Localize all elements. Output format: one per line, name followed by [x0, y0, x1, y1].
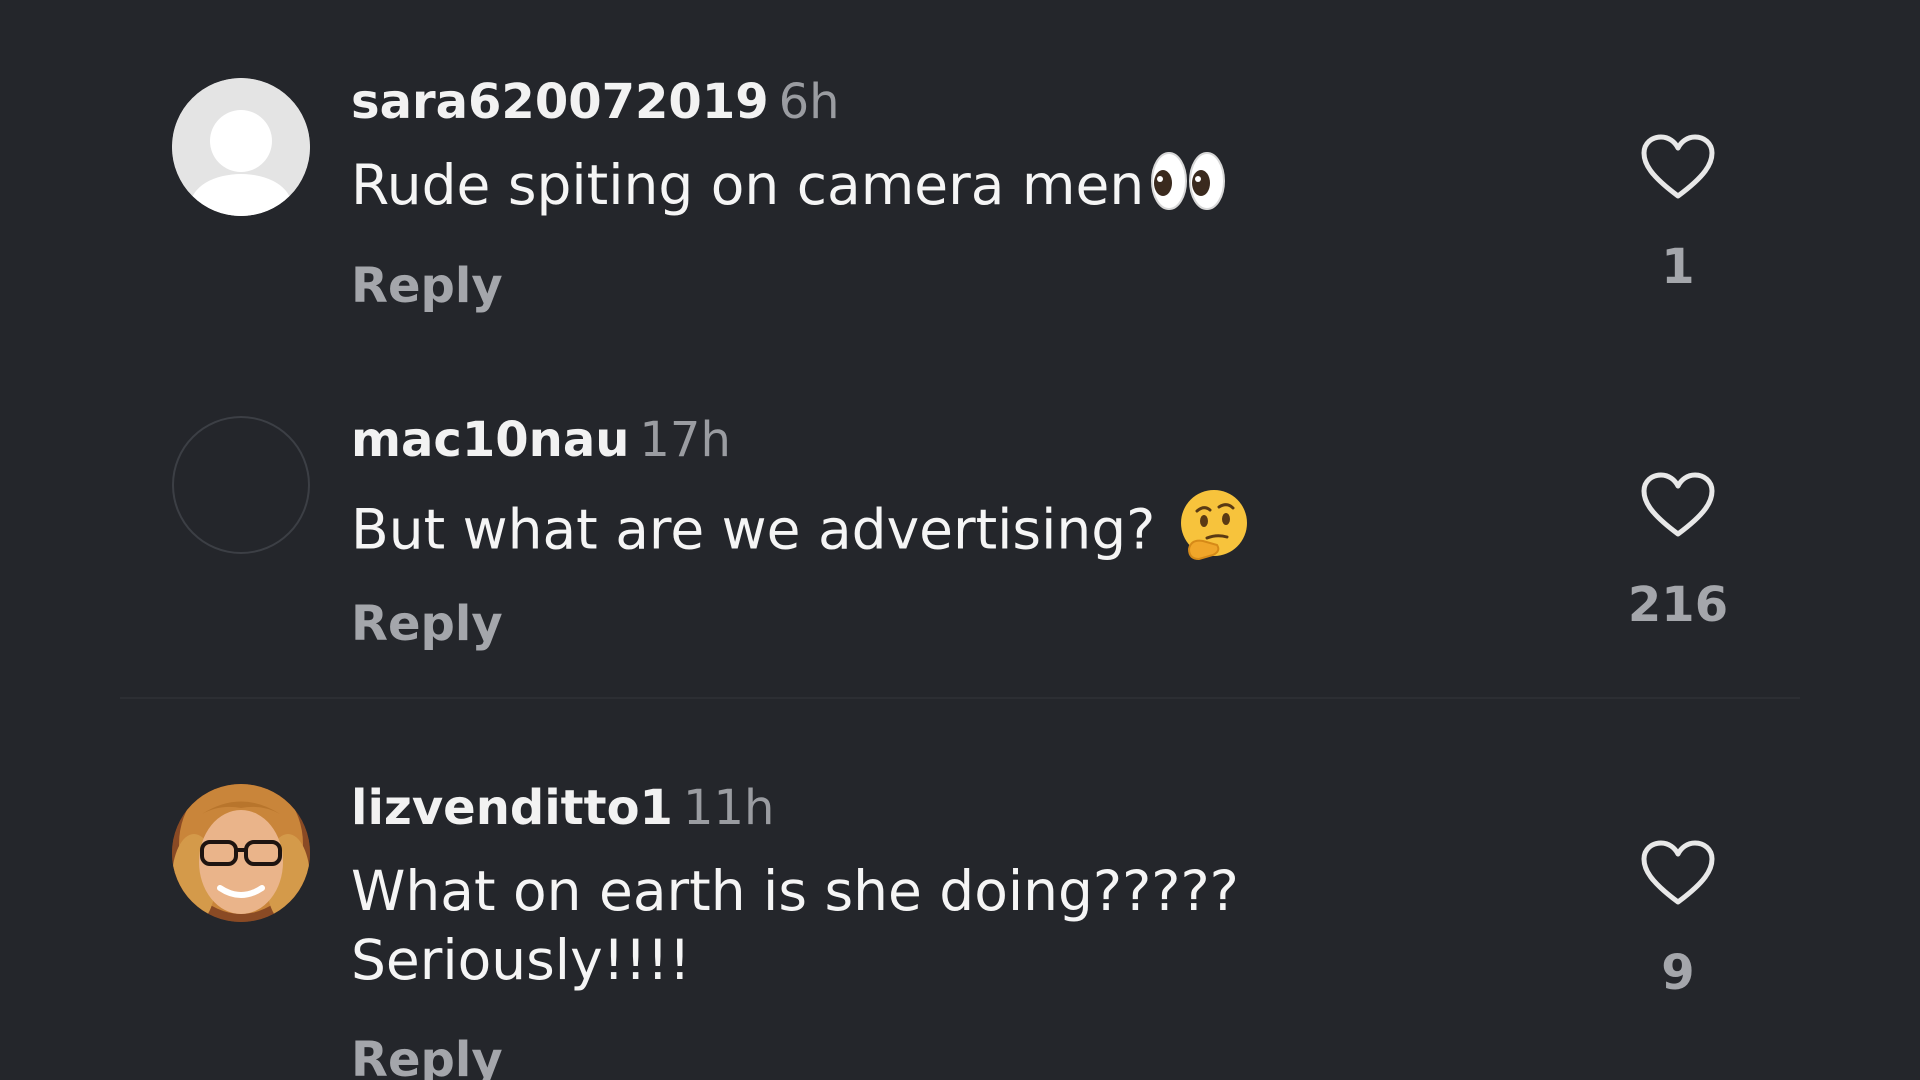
user-photo-icon: [172, 784, 310, 922]
comments-screen: sara620072019 6h Rude spiting on camera m…: [0, 0, 1920, 1080]
timestamp: 6h: [778, 74, 840, 130]
comment-text-content: Rude spiting on camera men: [351, 153, 1145, 217]
username[interactable]: lizvenditto1: [351, 780, 673, 836]
comment-text-line-1: What on earth is she doing?????: [351, 859, 1239, 923]
heart-icon[interactable]: [1641, 134, 1715, 200]
comment-text-content: But what are we advertising?: [351, 497, 1156, 562]
username[interactable]: mac10nau: [351, 412, 629, 468]
like-count: 9: [1661, 945, 1695, 1001]
like-count: 1: [1661, 239, 1695, 295]
comment-header: lizvenditto1 11h: [351, 780, 774, 836]
comment-header: sara620072019 6h: [351, 74, 840, 130]
comment-text-line-2: Seriously!!!!: [351, 928, 691, 992]
eyes-emoji-icon: [1150, 151, 1226, 226]
comment-header: mac10nau 17h: [351, 412, 731, 468]
like-count: 216: [1627, 577, 1729, 633]
heart-icon[interactable]: [1641, 472, 1715, 538]
avatar[interactable]: [172, 416, 310, 554]
comment-text: But what are we advertising?: [351, 489, 1251, 578]
heart-icon[interactable]: [1641, 840, 1715, 906]
comment-text: Rude spiting on camera men: [351, 151, 1226, 226]
reply-button[interactable]: Reply: [351, 258, 503, 314]
avatar[interactable]: [172, 78, 310, 216]
reply-button[interactable]: Reply: [351, 1032, 503, 1080]
divider: [120, 697, 1800, 699]
default-avatar-icon: [172, 78, 310, 216]
thinking-face-emoji-icon: [1177, 489, 1251, 578]
reply-button[interactable]: Reply: [351, 596, 503, 652]
timestamp: 17h: [639, 412, 731, 468]
avatar[interactable]: [172, 784, 310, 922]
username[interactable]: sara620072019: [351, 74, 769, 130]
timestamp: 11h: [682, 780, 775, 836]
